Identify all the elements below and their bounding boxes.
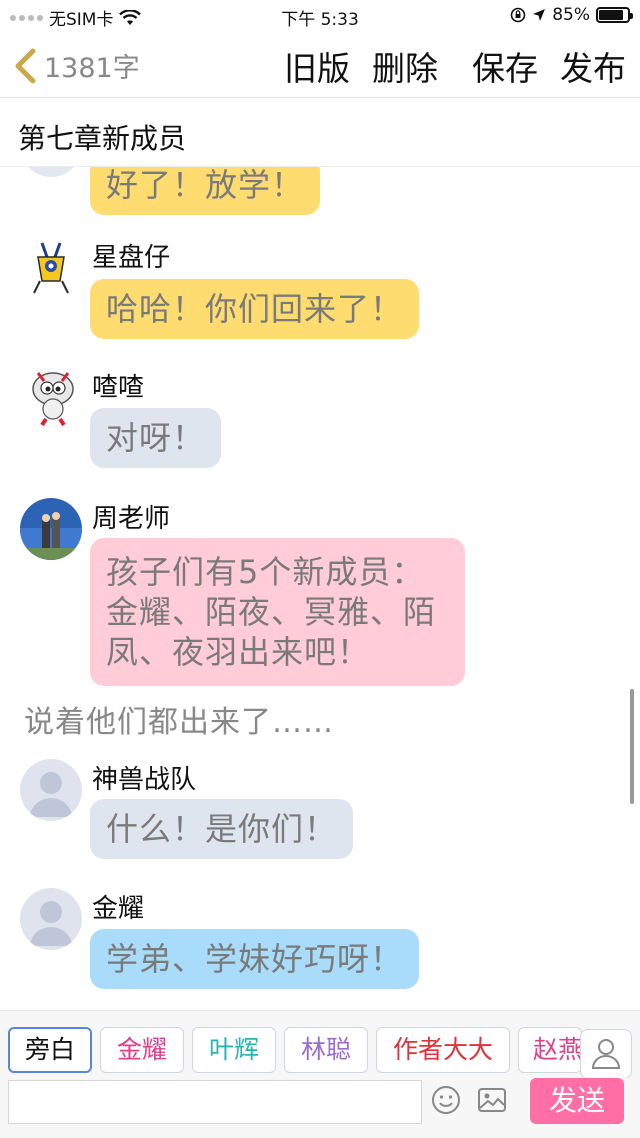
character-chip-zhaoyan[interactable]: 赵燕	[518, 1027, 582, 1073]
send-button[interactable]: 发送	[530, 1078, 624, 1124]
robot-avatar-icon	[33, 242, 69, 294]
chat-list[interactable]: 好了！放学！ 星盘仔 哈哈！你们回来了！ 喳喳 对呀！ 周老师 孩子们有5个新成…	[0, 167, 640, 1010]
default-user-icon	[20, 888, 82, 950]
input-bar: 发送	[0, 1078, 640, 1138]
character-manager-button[interactable]	[580, 1029, 632, 1079]
nav-bar: 1381字 旧版 删除 保存 发布	[0, 32, 640, 98]
word-count: 1381字	[44, 53, 140, 84]
avatar	[20, 888, 82, 950]
speaker-name: 星盘仔	[92, 243, 171, 273]
character-chip-yehui[interactable]: 叶辉	[192, 1027, 276, 1073]
delete-button[interactable]: 删除	[372, 42, 438, 90]
save-button[interactable]: 保存	[472, 42, 538, 90]
location-arrow-icon	[533, 9, 546, 21]
publish-button[interactable]: 发布	[560, 42, 626, 90]
back-chevron-icon	[15, 48, 36, 83]
scrollbar[interactable]	[630, 689, 634, 804]
photo-avatar-icon	[20, 498, 82, 560]
narration-text[interactable]: 说着他们都出来了……	[24, 697, 334, 741]
character-chip-jinyao[interactable]: 金耀	[100, 1027, 184, 1073]
avatar	[20, 237, 82, 299]
message-bubble[interactable]: 好了！放学！	[90, 167, 321, 215]
character-selector: 旁白 金耀 叶辉 林聪 作者大大 赵燕	[0, 1010, 640, 1079]
message-bubble[interactable]: 对呀！	[90, 408, 222, 468]
bird-avatar-icon	[32, 372, 74, 427]
lock-rotation-icon	[510, 7, 526, 23]
status-bar: 无SIM卡 下午 5:33 85%	[0, 0, 640, 32]
speaker-name: 金耀	[92, 894, 145, 924]
speaker-name: 周老师	[92, 504, 171, 534]
emoji-icon[interactable]	[430, 1084, 462, 1116]
back-button[interactable]: 1381字	[12, 46, 140, 85]
battery-percent: 85%	[552, 5, 590, 25]
avatar	[20, 498, 82, 560]
message-bubble[interactable]: 哈哈！你们回来了！	[90, 279, 420, 339]
character-chip-author[interactable]: 作者大大	[376, 1027, 510, 1073]
speaker-name: 神兽战队	[92, 765, 197, 795]
old-version-button[interactable]: 旧版	[284, 42, 350, 90]
message-line: 金耀、陌夜、冥雅、陌	[106, 593, 437, 631]
character-chip-narrator[interactable]: 旁白	[8, 1027, 92, 1073]
avatar	[22, 367, 84, 429]
character-chip-lincong[interactable]: 林聪	[284, 1027, 368, 1073]
default-user-icon	[20, 759, 82, 821]
message-bubble[interactable]: 学弟、学妹好巧呀！	[90, 929, 420, 989]
message-bubble[interactable]: 什么！是你们！	[90, 799, 354, 859]
speaker-name: 喳喳	[92, 373, 145, 403]
message-bubble[interactable]: 孩子们有5个新成员： 金耀、陌夜、冥雅、陌 凤、夜羽出来吧！	[90, 538, 465, 686]
image-icon[interactable]	[476, 1084, 508, 1116]
avatar	[20, 759, 82, 821]
person-icon	[591, 1039, 621, 1069]
message-input[interactable]	[8, 1080, 422, 1124]
chapter-title[interactable]: 第七章新成员	[0, 99, 640, 167]
message-line: 凤、夜羽出来吧！	[106, 633, 371, 671]
avatar	[20, 167, 82, 177]
message-line: 孩子们有5个新成员：	[106, 553, 425, 591]
battery-icon	[596, 7, 633, 23]
